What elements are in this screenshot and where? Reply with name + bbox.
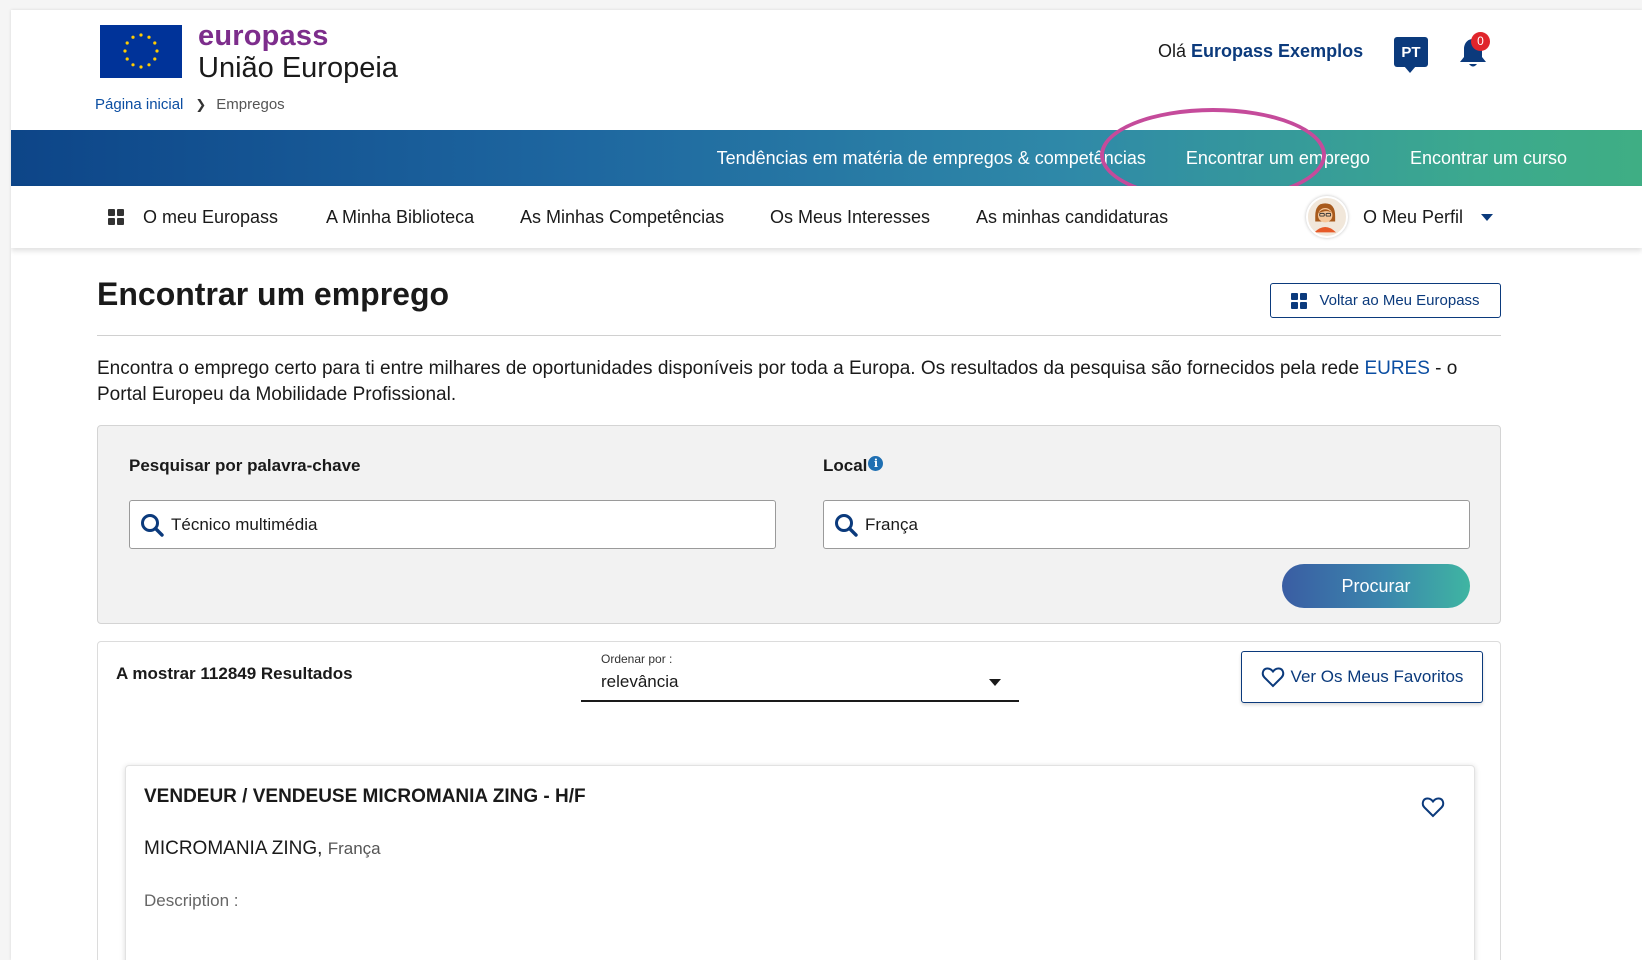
sub-nav: O meu Europass A Minha Biblioteca As Min… <box>11 186 1642 248</box>
grid-icon <box>1291 292 1308 309</box>
user-name-link[interactable]: Europass Exemplos <box>1191 41 1363 61</box>
eu-flag-logo[interactable] <box>100 25 182 78</box>
location-label: Local i <box>823 455 884 476</box>
profile-menu[interactable]: O Meu Perfil <box>1363 186 1494 248</box>
sort-select[interactable]: relevância <box>581 664 1019 702</box>
nav-trends[interactable]: Tendências em matéria de empregos & comp… <box>717 148 1146 169</box>
back-button-label: Voltar ao Meu Europass <box>1319 292 1480 309</box>
nav-find-course[interactable]: Encontrar um curso <box>1410 148 1567 169</box>
chevron-right-icon: ❯ <box>195 96 207 112</box>
job-description-label: Description : <box>144 891 239 910</box>
nav-find-job[interactable]: Encontrar um emprego <box>1186 148 1370 169</box>
avatar[interactable] <box>1306 196 1348 238</box>
top-nav: Tendências em matéria de empregos & comp… <box>11 130 1642 186</box>
results-count: A mostrar 112849 Resultados <box>116 664 353 683</box>
eures-link[interactable]: EURES <box>1364 358 1429 379</box>
subnav-skills[interactable]: As Minhas Competências <box>520 186 724 248</box>
subnav-library[interactable]: A Minha Biblioteca <box>326 186 474 248</box>
profile-menu-label: O Meu Perfil <box>1363 206 1464 227</box>
search-icon <box>835 513 858 537</box>
job-card[interactable]: VENDEUR / VENDEUSE MICROMANIA ZING - H/F… <box>125 765 1475 960</box>
keyword-label: Pesquisar por palavra-chave <box>129 456 361 475</box>
intro-body: Encontra o emprego certo para ti entre m… <box>97 358 1365 379</box>
subnav-my-europass[interactable]: O meu Europass <box>108 186 278 248</box>
sort-selected-value: relevância <box>601 672 679 691</box>
intro-text: Encontra o emprego certo para ti entre m… <box>97 356 1507 408</box>
user-avatar-icon <box>1308 198 1343 233</box>
search-panel: Pesquisar por palavra-chave Local i Proc… <box>97 425 1501 624</box>
page-title: Encontrar um emprego <box>97 276 450 312</box>
heart-icon <box>1261 667 1284 688</box>
title-divider <box>97 335 1501 336</box>
breadcrumb: Página inicial ❯ Empregos <box>95 96 285 113</box>
subnav-interests[interactable]: Os Meus Interesses <box>770 186 930 248</box>
grid-icon <box>108 209 124 225</box>
subnav-my-europass-label: O meu Europass <box>143 206 279 227</box>
job-title[interactable]: VENDEUR / VENDEUSE MICROMANIA ZING - H/F <box>144 786 586 808</box>
greeting-prefix: Olá <box>1158 41 1192 61</box>
user-greeting: Olá Europass Exemplos <box>1158 41 1363 62</box>
breadcrumb-home-link[interactable]: Página inicial <box>95 96 183 113</box>
info-icon[interactable]: i <box>868 455 884 471</box>
page: europass União Europeia Página inicial ❯… <box>11 10 1642 960</box>
search-icon <box>141 513 164 537</box>
search-button[interactable]: Procurar <box>1282 564 1470 608</box>
results-panel: A mostrar 112849 Resultados Ordenar por … <box>97 641 1501 960</box>
caret-down-icon <box>1481 213 1494 221</box>
europass-logo-text[interactable]: europass <box>198 20 329 53</box>
job-company-name: MICROMANIA ZING, <box>144 838 323 859</box>
subnav-applications[interactable]: As minhas candidaturas <box>976 186 1168 248</box>
location-input[interactable] <box>865 514 1425 535</box>
caret-down-icon <box>989 678 1001 686</box>
view-favorites-button[interactable]: Ver Os Meus Favoritos <box>1241 651 1483 703</box>
back-to-my-europass-button[interactable]: Voltar ao Meu Europass <box>1270 283 1501 318</box>
eu-subtitle: União Europeia <box>198 52 398 84</box>
view-favorites-label: Ver Os Meus Favoritos <box>1290 667 1464 686</box>
location-search-field[interactable] <box>823 500 1470 549</box>
job-location: França <box>327 839 381 858</box>
eu-stars-icon <box>100 25 182 78</box>
notification-badge: 0 <box>1471 32 1490 51</box>
keyword-input[interactable] <box>171 514 731 535</box>
breadcrumb-current: Empregos <box>216 96 285 113</box>
location-label-text: Local <box>823 456 868 475</box>
keyword-search-field[interactable] <box>129 500 776 549</box>
job-company: MICROMANIA ZING, França <box>144 838 381 860</box>
heart-icon[interactable] <box>1421 796 1445 818</box>
language-button[interactable]: PT <box>1394 37 1428 73</box>
